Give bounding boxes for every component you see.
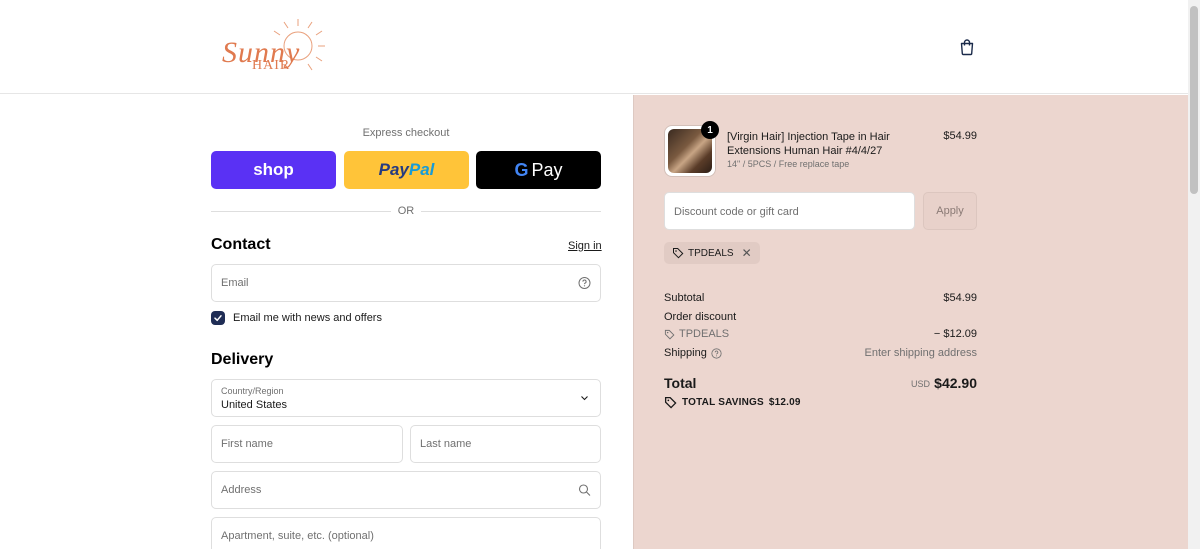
sunny-hair-logo[interactable]: Sunny HAIR [218,16,328,80]
or-divider: OR [211,205,601,219]
shipping-label: Shipping [664,347,707,359]
apply-discount-button[interactable]: Apply [923,192,977,230]
first-name-field[interactable]: First name [211,425,403,463]
country-select[interactable]: Country/Region United States [211,379,601,417]
help-circle-icon[interactable] [578,277,591,290]
shop-pay-label: shop [253,160,294,179]
discount-placeholder: Discount code or gift card [674,206,799,218]
delivery-heading: Delivery [211,351,274,368]
total-savings: TOTAL SAVINGS $12.09 [664,396,801,409]
subtotal-label: Subtotal [664,292,705,304]
help-circle-icon[interactable] [711,347,722,359]
savings-amount: $12.09 [768,397,801,408]
paypal-label-pay: Pay [378,160,409,179]
subtotal-value: $54.99 [943,292,977,304]
divider-line-right [421,211,601,212]
remove-discount-icon[interactable]: ✕ [742,246,752,260]
product-thumbnail: 1 [664,121,719,177]
email-field[interactable]: Email [211,264,601,302]
discount-code-label: TPDEALS [679,328,730,340]
site-header: Sunny HAIR [0,0,1188,94]
applied-discount-chip: TPDEALS ✕ [664,242,760,264]
tag-icon [664,396,677,409]
google-pay-button[interactable]: G Pay [476,151,601,189]
apartment-placeholder: Apartment, suite, etc. (optional) [221,530,374,542]
product-price: $54.99 [943,130,977,142]
applied-code-text: TPDEALS [688,247,734,259]
shipping-value: Enter shipping address [864,347,977,359]
discount-code-input[interactable]: Discount code or gift card [664,192,915,230]
total-amount: $42.90 [934,375,977,391]
chevron-down-icon [581,396,588,401]
last-name-placeholder: Last name [420,438,472,450]
tag-icon [664,329,675,339]
email-placeholder: Email [221,277,249,289]
scrollbar-thumb[interactable] [1190,6,1198,194]
page-scrollbar[interactable] [1188,0,1200,549]
total-currency: USD [910,379,930,389]
checkmark-icon [214,315,222,322]
discount-code-row: TPDEALS [664,328,729,340]
country-label: Country/Region [221,386,284,396]
first-name-placeholder: First name [221,438,273,450]
contact-heading: Contact [211,236,271,253]
last-name-field[interactable]: Last name [410,425,601,463]
order-discount-label: Order discount [664,311,737,323]
shopping-bag-icon[interactable] [958,38,976,56]
newsletter-label: Email me with news and offers [233,312,382,324]
tag-icon [673,248,684,259]
quantity-badge: 1 [701,121,719,139]
address-placeholder: Address [221,484,262,496]
discount-value: − $12.09 [933,328,977,340]
express-checkout-label: Express checkout [362,127,450,139]
product-title: [Virgin Hair] Injection Tape in Hair Ext… [727,131,890,157]
country-value: United States [221,399,288,411]
logo-text-hair: HAIR [252,58,291,73]
address-field[interactable]: Address [211,471,601,509]
shop-pay-button[interactable]: shop [211,151,336,189]
total-label: Total [664,375,697,391]
shipping-row: Shipping [664,347,722,359]
savings-label: TOTAL SAVINGS [682,397,764,408]
newsletter-option[interactable]: Email me with news and offers [211,310,382,326]
sign-in-link[interactable]: Sign in [568,240,602,252]
paypal-label-pal: Pal [408,160,435,179]
newsletter-checkbox[interactable] [211,311,225,325]
apartment-field[interactable]: Apartment, suite, etc. (optional) [211,517,601,549]
google-pay-label: Pay [531,159,563,180]
search-icon [578,484,591,496]
paypal-button[interactable]: Pay Pal [344,151,469,189]
product-variant: 14" / 5PCS / Free replace tape [727,159,850,169]
google-g-icon: G [514,159,529,180]
